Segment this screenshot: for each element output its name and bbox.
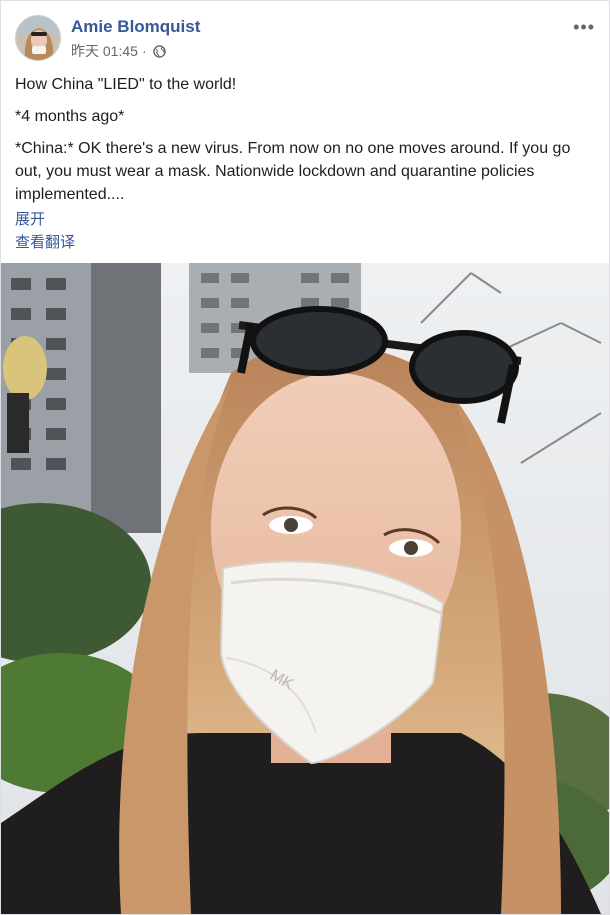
post-paragraph: *China:* OK there's a new virus. From no… [15,140,571,203]
post-photo[interactable]: MK [1,263,609,914]
more-options-icon[interactable]: ••• [573,17,595,38]
expand-link[interactable]: 展开 [15,208,595,231]
selfie-photo: MK [1,263,609,914]
avatar-image [16,16,60,60]
meta-separator: · [141,43,147,59]
globe-icon[interactable] [152,44,166,58]
post-meta: 昨天 01:45 · [71,41,166,61]
post-header: Amie Blomquist 昨天 01:45 · ••• [15,15,595,61]
author-name[interactable]: Amie Blomquist [71,17,200,37]
post-headline: How China "LIED" to the world! [15,76,237,93]
author-avatar[interactable] [15,15,61,61]
see-translation-link[interactable]: 查看翻译 [15,231,595,254]
post-subline: *4 months ago* [15,108,125,125]
facebook-post-card: Amie Blomquist 昨天 01:45 · ••• How China … [0,0,610,915]
post-text: How China "LIED" to the world! *4 months… [15,73,595,254]
post-timestamp[interactable]: 昨天 01:45 [71,41,138,61]
